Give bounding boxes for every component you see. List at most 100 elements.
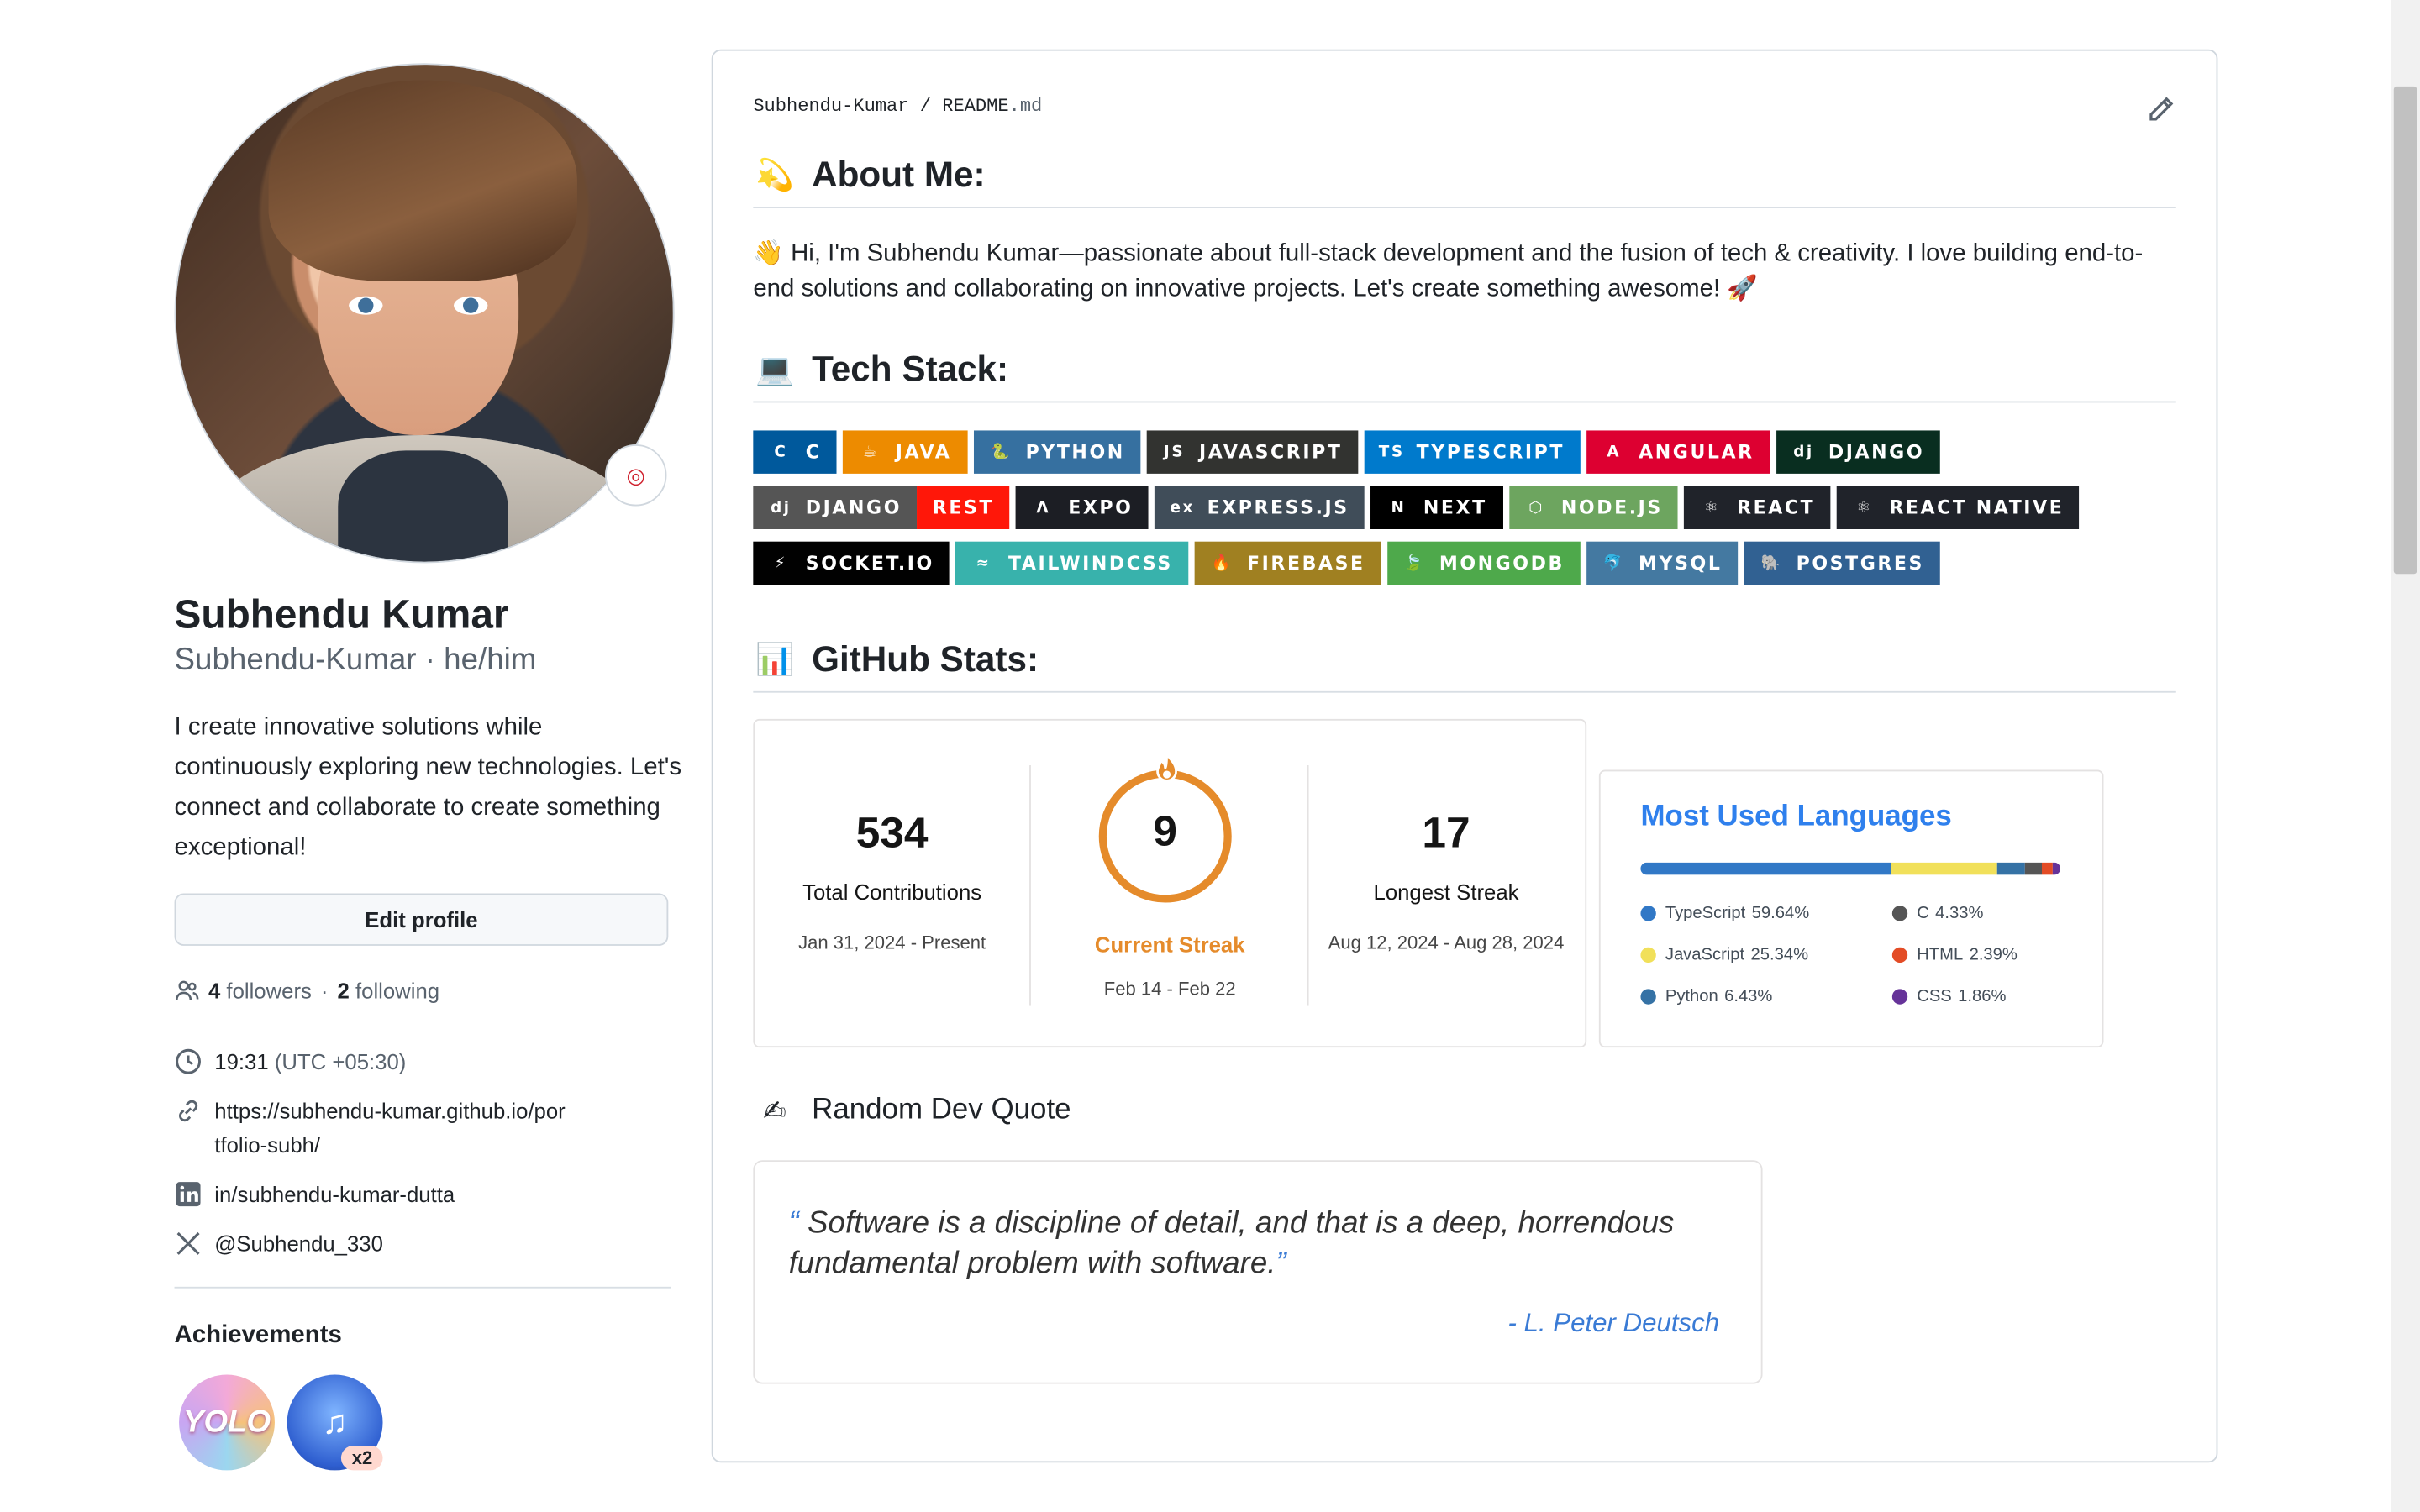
- stat-separator-2: [1307, 765, 1309, 1006]
- tech-logo-icon: 🐘: [1760, 554, 1782, 572]
- website-row: https://subhendu-kumar.github.io/portfol…: [175, 1094, 576, 1162]
- about-title: About Me:: [812, 154, 986, 195]
- about-rule: [753, 207, 2176, 208]
- local-time: 19:31 (UTC +05:30): [175, 1044, 407, 1078]
- quote-title: Random Dev Quote: [812, 1094, 1071, 1126]
- tech-badge-label: EXPO: [1068, 496, 1134, 519]
- timezone-value: (UTC +05:30): [274, 1048, 407, 1074]
- language-bar-segment: [1891, 862, 1998, 875]
- language-name: JavaScript: [1665, 945, 1745, 964]
- longest-range: Aug 12, 2024 - Aug 28, 2024: [1328, 932, 1565, 954]
- tech-logo-icon: A: [1607, 444, 1622, 461]
- quote-open-mark: “: [788, 1206, 799, 1241]
- edit-pencil-icon[interactable]: [2145, 94, 2176, 125]
- laptop-icon: 💻: [755, 353, 794, 388]
- linkedin-row: in/subhendu-kumar-dutta: [175, 1177, 455, 1210]
- clock-icon: [176, 1048, 201, 1074]
- edit-profile-button[interactable]: Edit profile: [174, 893, 669, 946]
- tech-logo-icon: ☕: [862, 444, 879, 461]
- tech-badge-label: JAVA: [895, 441, 952, 464]
- tech-badge[interactable]: ⬡ NODE.JS: [1508, 486, 1679, 529]
- tech-badge-label: REACT: [1737, 496, 1816, 519]
- crumb-user[interactable]: Subhendu-Kumar: [753, 96, 908, 118]
- achievement-yolo-text: YOLO: [182, 1404, 271, 1439]
- total-label: Total Contributions: [802, 879, 982, 905]
- achievement-yolo-badge[interactable]: YOLO: [179, 1374, 275, 1471]
- tech-badge-label: MYSQL: [1639, 552, 1723, 575]
- tech-badge[interactable]: ⚛ REACT NATIVE: [1836, 486, 2080, 529]
- language-name: TypeScript: [1665, 904, 1746, 923]
- about-heading: 💫 About Me:: [753, 155, 985, 197]
- tech-logo-icon: C: [774, 444, 788, 461]
- tech-rule: [753, 401, 2176, 403]
- followers-count: 4: [208, 978, 221, 1003]
- linkedin-link[interactable]: in/subhendu-kumar-dutta: [214, 1177, 455, 1210]
- languages-bar: [1640, 862, 2060, 875]
- language-color-dot: [1640, 906, 1656, 921]
- tech-badge[interactable]: ☕ JAVA: [843, 430, 967, 474]
- tech-badge[interactable]: ⚛ REACT: [1684, 486, 1831, 529]
- tech-badge[interactable]: ≈ TAILWINDCSS: [955, 541, 1189, 585]
- tech-badges: C C ☕ JAVA 🐍 PYTHON JS JAVASCRIPT TS TYPESCRIPT A A…: [753, 430, 2142, 596]
- tech-badge-label: JAVASCRIPT: [1198, 441, 1343, 464]
- crumb-ext: .md: [1008, 95, 1043, 118]
- profile-login: Subhendu-Kumar · he/him: [174, 643, 537, 678]
- tech-badge[interactable]: 🐍 PYTHON: [973, 430, 1141, 474]
- twitter-link[interactable]: @Subhendu_330: [214, 1226, 383, 1260]
- tech-badge-label: NEXT: [1423, 496, 1487, 519]
- tech-logo-icon: ex: [1170, 499, 1195, 517]
- website-link[interactable]: https://subhendu-kumar.github.io/portfol…: [214, 1094, 569, 1162]
- tech-badge-label: EXPRESS.JS: [1207, 496, 1349, 519]
- language-percent: 4.33%: [1935, 904, 1984, 923]
- tech-badge[interactable]: TS TYPESCRIPT: [1364, 430, 1581, 474]
- total-contributions: 534 Total Contributions Jan 31, 2024 - P…: [769, 808, 1016, 953]
- tech-badge[interactable]: N NEXT: [1370, 486, 1503, 529]
- tech-badge[interactable]: dj DJANGO: [1776, 430, 1940, 474]
- tech-logo-icon: 🍃: [1403, 554, 1426, 572]
- tech-badge[interactable]: JS JAVASCRIPT: [1146, 430, 1358, 474]
- tech-badge[interactable]: ⚡ SOCKET.IO: [753, 541, 950, 585]
- tech-logo-icon: ⬡: [1528, 499, 1544, 517]
- scrollbar-thumb[interactable]: [2393, 86, 2417, 575]
- language-bar-segment: [2042, 862, 2053, 875]
- tech-badge[interactable]: Λ EXPO: [1015, 486, 1149, 529]
- tech-badge[interactable]: 🍃 MONGODB: [1386, 541, 1581, 585]
- status-target-icon[interactable]: ◎: [605, 444, 667, 507]
- language-color-dot: [1640, 989, 1656, 1005]
- avatar[interactable]: [174, 63, 675, 564]
- tech-badge[interactable]: 🔥 FIREBASE: [1194, 541, 1381, 585]
- language-legend-item: JavaScript 25.34%: [1640, 946, 1808, 964]
- stats-title: GitHub Stats:: [812, 638, 1039, 680]
- total-range: Jan 31, 2024 - Present: [798, 932, 986, 954]
- following-label: following: [355, 978, 440, 1003]
- dizzy-icon: 💫: [755, 159, 794, 193]
- followers-link[interactable]: 4 followers: [208, 978, 312, 1002]
- tech-badge-label: REACT NATIVE: [1889, 496, 2065, 519]
- quote-author: - L. Peter Deutsch: [1507, 1308, 1720, 1338]
- tech-logo-icon: N: [1391, 499, 1407, 517]
- tech-badge[interactable]: 🐬 MYSQL: [1586, 541, 1738, 585]
- achievements-title: Achievements: [174, 1322, 342, 1349]
- following-link[interactable]: 2 following: [338, 978, 440, 1002]
- language-color-dot: [1891, 989, 1908, 1005]
- tech-badge[interactable]: ex EXPRESS.JS: [1155, 486, 1365, 529]
- language-percent: 1.86%: [1958, 987, 2007, 1006]
- tech-badge[interactable]: dj DJANGO REST: [753, 486, 1010, 529]
- sidebar-divider: [174, 1286, 671, 1289]
- language-percent: 59.64%: [1751, 904, 1810, 923]
- flame-icon: [1156, 752, 1177, 782]
- tech-badge[interactable]: CC: [753, 430, 837, 474]
- follow-sep: ·: [320, 978, 329, 1003]
- tech-badge-label: POSTGRES: [1796, 552, 1925, 575]
- language-name: C: [1917, 904, 1929, 923]
- current-streak-value: 9: [1153, 806, 1178, 855]
- tech-badge[interactable]: 🐘 POSTGRES: [1744, 541, 1940, 585]
- language-bar-segment: [1997, 862, 2025, 875]
- following-count: 2: [337, 978, 350, 1003]
- tech-logo-icon: TS: [1378, 444, 1405, 461]
- people-icon: [176, 980, 199, 1000]
- tech-badge-label: NODE.JS: [1560, 496, 1663, 519]
- tech-badge[interactable]: A ANGULAR: [1586, 430, 1770, 474]
- language-percent: 25.34%: [1750, 945, 1809, 964]
- quote-heading: ✍ Random Dev Quote: [753, 1094, 1071, 1127]
